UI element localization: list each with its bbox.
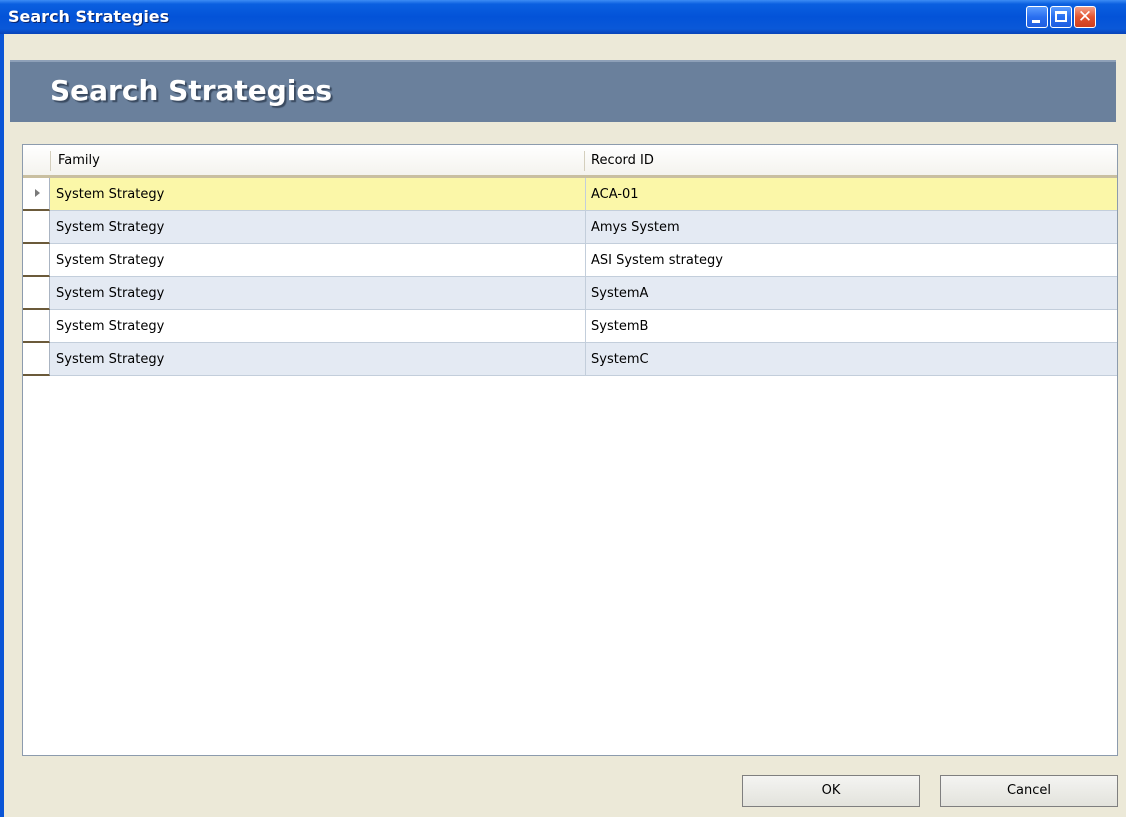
page-title: Search Strategies xyxy=(50,74,333,107)
cell-family[interactable]: System Strategy xyxy=(56,178,584,210)
row-selector[interactable] xyxy=(23,310,50,343)
row-selector[interactable] xyxy=(23,277,50,310)
cell-family[interactable]: System Strategy xyxy=(56,310,584,342)
maximize-button[interactable] xyxy=(1050,6,1072,28)
cell-record-id[interactable]: SystemA xyxy=(585,277,1117,309)
row-pointer-icon xyxy=(35,189,40,197)
cell-record-id[interactable]: Amys System xyxy=(585,211,1117,243)
search-strategies-window: Search Strategies ✕ Search Strategies Fa… xyxy=(0,0,1126,817)
table-row[interactable]: System Strategy ACA-01 xyxy=(23,178,1117,211)
column-header-family[interactable]: Family xyxy=(58,145,100,175)
page-header: Search Strategies xyxy=(10,60,1116,122)
row-selector[interactable] xyxy=(23,244,50,277)
close-icon: ✕ xyxy=(1077,7,1093,27)
table-row[interactable]: System Strategy Amys System xyxy=(23,211,1117,244)
cell-family[interactable]: System Strategy xyxy=(56,277,584,309)
column-separator[interactable] xyxy=(584,151,585,171)
window-title: Search Strategies xyxy=(8,7,170,26)
cell-family[interactable]: System Strategy xyxy=(56,343,584,375)
table-row[interactable]: System Strategy SystemC xyxy=(23,343,1117,376)
row-selector[interactable] xyxy=(23,343,50,376)
cell-record-id[interactable]: ACA-01 xyxy=(585,178,1117,210)
cell-record-id[interactable]: ASI System strategy xyxy=(585,244,1117,276)
title-bar[interactable]: Search Strategies ✕ xyxy=(0,0,1126,34)
cancel-button[interactable]: Cancel xyxy=(940,775,1118,807)
cell-family[interactable]: System Strategy xyxy=(56,244,584,276)
cell-record-id[interactable]: SystemC xyxy=(585,343,1117,375)
close-button[interactable]: ✕ xyxy=(1074,6,1096,28)
table-row[interactable]: System Strategy ASI System strategy xyxy=(23,244,1117,277)
column-header-record-id[interactable]: Record ID xyxy=(591,145,654,175)
cell-record-id[interactable]: SystemB xyxy=(585,310,1117,342)
table-row[interactable]: System Strategy SystemB xyxy=(23,310,1117,343)
column-separator xyxy=(50,151,51,171)
row-selector[interactable] xyxy=(23,178,50,211)
minimize-icon xyxy=(1032,20,1040,23)
ok-button[interactable]: OK xyxy=(742,775,920,807)
maximize-icon xyxy=(1055,11,1067,22)
grid-header: Family Record ID xyxy=(23,145,1117,178)
window-frame-left xyxy=(0,34,4,817)
row-selector[interactable] xyxy=(23,211,50,244)
cell-family[interactable]: System Strategy xyxy=(56,211,584,243)
minimize-button[interactable] xyxy=(1026,6,1048,28)
table-row[interactable]: System Strategy SystemA xyxy=(23,277,1117,310)
results-grid: Family Record ID System Strategy ACA-01 Sy… xyxy=(22,144,1118,756)
